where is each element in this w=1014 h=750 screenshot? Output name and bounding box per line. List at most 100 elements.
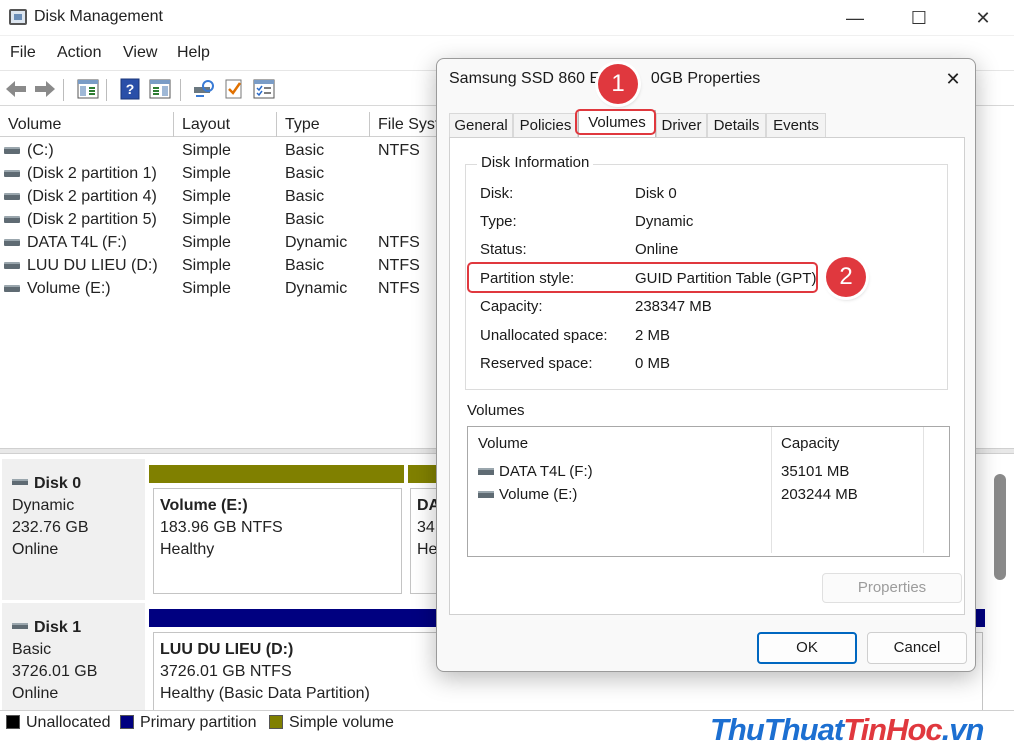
- partition-volume-e[interactable]: Volume (E:) 183.96 GB NTFS Healthy: [153, 488, 402, 594]
- info-value-type: Dynamic: [635, 213, 694, 230]
- disk-size: 3726.01 GB: [12, 663, 98, 680]
- forward-arrow-icon[interactable]: [33, 77, 57, 101]
- volume-row[interactable]: LUU DU LIEU (D:) Simple Basic NTFS: [0, 254, 440, 277]
- minimize-button[interactable]: —: [832, 0, 878, 36]
- volume-file-system: NTFS: [378, 280, 420, 297]
- volume-row[interactable]: DATA T4L (F:) Simple Dynamic NTFS: [0, 231, 440, 254]
- window-title: Disk Management: [34, 8, 163, 25]
- watermark-text: Thuat: [763, 712, 844, 747]
- volumes-column-volume[interactable]: Volume: [478, 435, 528, 452]
- volume-column: Volume DATA T4L (F:) Volume (E:): [468, 427, 772, 553]
- tab-general[interactable]: General: [449, 113, 513, 137]
- volume-layout: Simple: [182, 234, 231, 251]
- volume-name: (Disk 2 partition 5): [27, 211, 157, 228]
- column-type[interactable]: Type: [277, 112, 370, 137]
- volume-type: Dynamic: [285, 234, 348, 251]
- column-layout[interactable]: Layout: [174, 112, 277, 137]
- volume-layout: Simple: [182, 257, 231, 274]
- volume-drive-icon: [478, 491, 494, 498]
- volume-row[interactable]: (Disk 2 partition 1) Simple Basic: [0, 162, 440, 185]
- volume-drive-icon: [4, 262, 20, 269]
- disk-status: Online: [12, 685, 59, 702]
- info-value-unallocated: 2 MB: [635, 327, 671, 344]
- volume-layout: Simple: [182, 188, 231, 205]
- volumes-column-capacity[interactable]: Capacity: [781, 435, 839, 452]
- console-tree-icon[interactable]: [76, 77, 100, 101]
- toolbar-separator: [63, 79, 64, 101]
- close-window-button[interactable]: ✕: [960, 0, 1006, 36]
- volume-row[interactable]: (C:) Simple Basic NTFS: [0, 139, 440, 162]
- partition-size: 183.96 GB NTFS: [160, 519, 283, 536]
- volume-layout: Simple: [182, 211, 231, 228]
- volume-properties-button[interactable]: Properties: [822, 573, 962, 603]
- ok-button[interactable]: OK: [757, 632, 857, 664]
- volume-drive-icon: [4, 239, 20, 246]
- info-label-disk: Disk:: [480, 185, 514, 202]
- info-value-disk: Disk 0: [635, 185, 677, 202]
- watermark-logo: ThuThuatTinHoc.vn: [710, 712, 984, 747]
- volume-file-system: NTFS: [378, 142, 420, 159]
- disk-type: Basic: [12, 641, 52, 658]
- info-label-type: Type:: [480, 213, 517, 230]
- partition-name: Volume (E:): [160, 497, 248, 514]
- check-icon[interactable]: [222, 77, 246, 101]
- column-file-system[interactable]: File Syst: [370, 112, 440, 137]
- volume-name: DATA T4L (F:): [27, 234, 127, 251]
- volume-type: Basic: [285, 188, 325, 205]
- cancel-button[interactable]: Cancel: [867, 632, 967, 664]
- tab-driver[interactable]: Driver: [656, 113, 707, 137]
- tab-events[interactable]: Events: [766, 113, 826, 137]
- volumes-label: Volumes: [467, 402, 525, 419]
- volumes-list[interactable]: Volume DATA T4L (F:) Volume (E:) Capacit…: [467, 426, 950, 557]
- menu-help[interactable]: Help: [177, 44, 210, 62]
- properties-list-icon[interactable]: [252, 77, 276, 101]
- column-volume[interactable]: Volume: [0, 112, 174, 137]
- dialog-close-button[interactable]: ✕: [935, 65, 971, 93]
- volume-file-system: [378, 162, 440, 185]
- volume-type: Dynamic: [285, 280, 348, 297]
- toolbar-separator: [106, 79, 107, 101]
- help-icon[interactable]: ?: [118, 77, 142, 101]
- volumes-tab-panel: Disk Information Disk: Disk 0 Type: Dyna…: [449, 137, 965, 615]
- volume-name[interactable]: Volume (E:): [499, 486, 577, 503]
- volume-name: (C:): [27, 142, 54, 159]
- volume-name[interactable]: DATA T4L (F:): [499, 463, 593, 480]
- volume-type: Basic: [285, 257, 325, 274]
- volume-row[interactable]: (Disk 2 partition 5) Simple Basic: [0, 208, 440, 231]
- toolbar-separator: [180, 79, 181, 101]
- volume-file-system: NTFS: [378, 257, 420, 274]
- volume-file-system: [378, 185, 440, 208]
- volume-file-system: [378, 208, 440, 231]
- tab-details[interactable]: Details: [707, 113, 766, 137]
- volume-layout: Simple: [182, 280, 231, 297]
- volume-list-header: Volume Layout Type File Syst: [0, 112, 440, 137]
- volume-type: Basic: [285, 211, 325, 228]
- callout-badge-2: 2: [826, 257, 866, 297]
- volume-capacity: 203244 MB: [781, 486, 858, 503]
- disk-0-label[interactable]: Disk 0 Dynamic 232.76 GB Online: [2, 459, 145, 600]
- menu-action[interactable]: Action: [57, 44, 101, 62]
- maximize-button[interactable]: ☐: [896, 0, 942, 36]
- menu-file[interactable]: File: [10, 44, 36, 62]
- disk-status: Online: [12, 541, 59, 558]
- disk-information-heading: Disk Information: [477, 154, 594, 171]
- dialog-title-text: Samsung SSD 860 EV: [449, 70, 611, 87]
- legend-primary-partition: Primary partition: [120, 713, 256, 733]
- back-arrow-icon[interactable]: [4, 77, 28, 101]
- tab-policies[interactable]: Policies: [513, 113, 578, 137]
- disk-management-icon: [9, 9, 27, 25]
- scrollbar-thumb[interactable]: [994, 474, 1006, 580]
- info-value-reserved: 0 MB: [635, 355, 671, 372]
- menu-view[interactable]: View: [123, 44, 157, 62]
- disk-1-label[interactable]: Disk 1 Basic 3726.01 GB Online: [2, 603, 145, 710]
- disk-type: Dynamic: [12, 497, 75, 514]
- volume-row[interactable]: Volume (E:) Simple Dynamic NTFS: [0, 277, 440, 300]
- rescan-icon[interactable]: [191, 77, 215, 101]
- disk-name: Disk 0: [34, 475, 82, 492]
- action-pane-icon[interactable]: [148, 77, 172, 101]
- legend-label: Primary partition: [140, 714, 257, 731]
- legend-swatch: [269, 715, 283, 729]
- info-label-status: Status:: [480, 241, 527, 258]
- volume-row[interactable]: (Disk 2 partition 4) Simple Basic: [0, 185, 440, 208]
- disk-size: 232.76 GB: [12, 519, 89, 536]
